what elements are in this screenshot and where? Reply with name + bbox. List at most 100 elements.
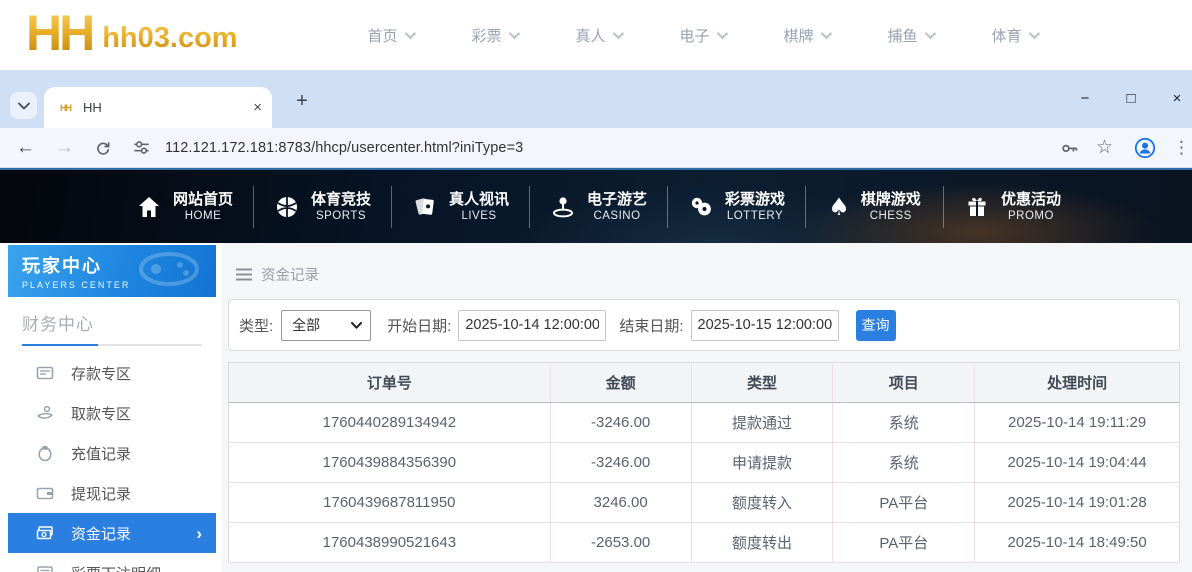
finance-center-label: 财务中心 [22,315,94,334]
new-tab-button[interactable]: + [288,87,316,115]
site-nav-live[interactable]: 真人 [546,0,650,70]
gamepad-decoration-icon [139,252,199,286]
end-date-input[interactable] [690,309,839,341]
type-select-value: 全部 [292,317,321,333]
logo-domain-text: hh03.com [102,12,237,64]
main-nav-home[interactable]: 网站首页 HOME [116,190,253,223]
sidebar-header: 玩家中心 PLAYERS CENTER [8,245,216,297]
players-center-sidebar: 玩家中心 PLAYERS CENTER 财务中心 存款专区 取款专区 充值记录 … [8,245,216,572]
type-label: 类型: [239,317,274,335]
table-body: 1760440289134942 -3246.00 提款通过 系统 2025-1… [228,402,1180,563]
cell-project: 系统 [832,402,975,443]
sidebar-column: 玩家中心 PLAYERS CENTER 财务中心 存款专区 取款专区 充值记录 … [0,243,222,572]
main-nav-lives[interactable]: 真人视讯 LIVES [392,190,529,223]
password-key-button[interactable] [1059,137,1080,158]
key-icon [1062,144,1078,153]
forward-button[interactable]: → [55,137,74,159]
roulette-icon [550,194,576,220]
site-nav-home[interactable]: 首页 [338,0,442,70]
profile-avatar-button[interactable] [1133,136,1157,160]
cell-amount: 3246.00 [549,482,692,523]
col-type: 类型 [690,362,833,403]
tune-icon [134,141,149,154]
sidebar-item-lottery-bet-details[interactable]: 彩票下注明细 [8,553,216,572]
start-date-input[interactable] [458,309,607,341]
logo-hh-text: HH [26,2,95,64]
sidebar-item-funds-records[interactable]: 资金记录 › [8,513,216,553]
back-button[interactable]: ← [16,137,35,159]
main-nav-chess[interactable]: ♠ 棋牌游戏 CHESS [806,190,943,223]
main-nav-sports[interactable]: 体育竞技 SPORTS [254,190,391,223]
section-underline [22,344,202,346]
end-date-label: 结束日期: [619,317,684,335]
tab-favicon-hh: HH [60,102,72,113]
cell-amount: -3246.00 [549,402,692,443]
table-row: 1760439687811950 3246.00 额度转入 PA平台 2025-… [228,482,1180,523]
tab-search-button[interactable] [10,92,37,119]
withdraw-hand-icon [36,405,54,419]
browser-toolbar: ← → 112.121.172.181:8783/hhcp/usercenter… [0,128,1192,168]
search-button[interactable]: 查询 [855,309,896,341]
col-project: 项目 [832,362,975,403]
start-date-label: 开始日期: [387,317,452,335]
content-area: 资金记录 类型: 全部 开始日期: 结束日期: 查询 订单号 [222,243,1192,572]
main-nav-promo[interactable]: 优惠活动 PROMO [944,190,1081,223]
reload-icon [97,141,110,155]
site-nav-slots[interactable]: 电子 [650,0,754,70]
site-nav-sports[interactable]: 体育 [962,0,1066,70]
avatar-icon [1134,137,1156,158]
table-row: 1760440289134942 -3246.00 提款通过 系统 2025-1… [228,402,1180,443]
chevron-down-icon [924,27,936,40]
sidebar-section: 财务中心 [22,310,202,346]
filter-panel: 类型: 全部 开始日期: 结束日期: 查询 [228,299,1180,351]
browser-menu-icon[interactable]: ⋮ [1173,138,1190,158]
main-nav-lottery[interactable]: 彩票游戏 LOTTERY [668,190,805,223]
cell-process-time: 2025-10-14 19:11:29 [974,402,1180,443]
window-minimize-button[interactable]: − [1062,82,1108,114]
tab-title: HH [83,100,102,115]
sidebar-item-withdraw[interactable]: 取款专区 [8,393,216,433]
sports-ball-icon [274,194,300,220]
window-close-button[interactable]: × [1154,82,1192,114]
tab-close-icon[interactable]: × [253,100,262,115]
reload-button[interactable] [94,139,112,157]
cell-project: PA平台 [832,522,975,563]
bet-list-icon [37,566,53,572]
main-nav-casino[interactable]: 电子游艺 CASINO [530,190,667,223]
col-process-time: 处理时间 [974,362,1180,403]
screen: HH hh03.com 首页 彩票 真人 电子 棋牌 捕鱼 体育 HH HH ×… [0,0,1192,572]
type-select[interactable]: 全部 [281,309,372,341]
sidebar-item-deposit[interactable]: 存款专区 [8,353,216,393]
moneybag-icon [38,446,52,462]
tab-strip: HH HH × + − □ × [0,70,1192,128]
site-nav-lottery[interactable]: 彩票 [442,0,546,70]
gift-icon [964,194,990,220]
playing-cards-icon [412,194,438,220]
lottery-balls-icon [688,194,714,220]
chevron-down-icon [351,321,363,329]
sidebar-menu: 存款专区 取款专区 充值记录 提现记录 资金记录 › [8,353,216,572]
cell-amount: -3246.00 [549,442,692,483]
col-order-number: 订单号 [228,362,551,403]
browser-tab[interactable]: HH HH × [44,87,272,128]
table-row: 1760438990521643 -2653.00 额度转出 PA平台 2025… [228,522,1180,563]
site-logo[interactable]: HH hh03.com [26,2,238,64]
site-header: HH hh03.com 首页 彩票 真人 电子 棋牌 捕鱼 体育 [0,0,1192,70]
site-info-button[interactable] [132,138,151,157]
site-nav-chess[interactable]: 棋牌 [754,0,858,70]
spade-icon: ♠ [828,192,850,221]
window-maximize-button[interactable]: □ [1108,82,1154,114]
sidebar-item-recharge-records[interactable]: 充值记录 [8,433,216,473]
bookmark-star-icon[interactable]: ☆ [1096,136,1113,159]
site-nav-fishing[interactable]: 捕鱼 [858,0,962,70]
breadcrumb: 资金记录 [222,243,1192,299]
cell-order-number: 1760440289134942 [228,402,551,443]
chevron-down-icon [820,27,832,40]
cell-amount: -2653.00 [549,522,692,563]
chevron-down-icon [508,27,520,40]
main-nav: 网站首页 HOME 体育竞技 SPORTS 真人视讯 LIVES 电子游艺 CASINO… [0,168,1192,243]
sidebar-item-withdrawal-records[interactable]: 提现记录 [8,473,216,513]
url-bar[interactable]: 112.121.172.181:8783/hhcp/usercenter.htm… [165,140,523,156]
site-nav: 首页 彩票 真人 电子 棋牌 捕鱼 体育 [338,0,1066,70]
chevron-down-icon [612,27,624,40]
